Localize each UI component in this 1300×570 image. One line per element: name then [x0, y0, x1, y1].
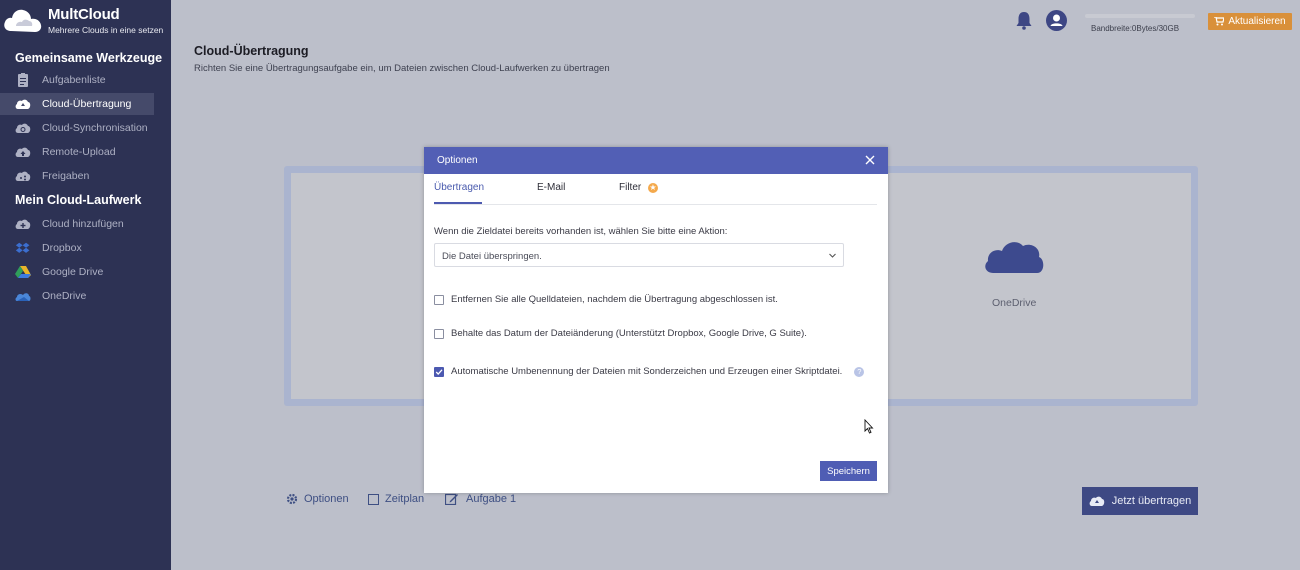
checkbox-label: Behalte das Datum der Dateiänderung (Unt…: [451, 328, 807, 339]
start-transfer-label: Jetzt übertragen: [1111, 495, 1192, 507]
cloud-sync-icon: [15, 123, 31, 133]
start-transfer-button[interactable]: Jetzt übertragen: [1082, 487, 1198, 515]
action-select[interactable]: Die Datei überspringen.: [434, 243, 844, 267]
bell-icon[interactable]: [1015, 11, 1033, 30]
cloud-share-icon: [15, 171, 31, 181]
sidebar-item-label: Cloud-Übertragung: [42, 98, 132, 110]
sidebar-item-remote-upload[interactable]: Remote-Upload: [0, 141, 171, 163]
checkbox-box[interactable]: [434, 294, 444, 305]
options-dialog: Optionen Übertragen E-Mail Filter ★ Wenn…: [424, 147, 888, 493]
options-label: Optionen: [304, 493, 349, 505]
sidebar-item-label: Google Drive: [42, 266, 104, 278]
sidebar-item-label: Cloud-Synchronisation: [42, 122, 148, 134]
tab-uebertragen[interactable]: Übertragen: [434, 182, 484, 193]
schedule-checkbox[interactable]: Zeitplan: [368, 493, 424, 505]
bandwidth-text: Bandbreite:0Bytes/30GB: [1091, 24, 1180, 33]
checkbox-remove-source[interactable]: Entfernen Sie alle Quelldateien, nachdem…: [434, 294, 778, 305]
sidebar-item-aufgabenliste[interactable]: Aufgabenliste: [0, 69, 171, 91]
mouse-cursor-icon: [864, 419, 874, 434]
checkbox-label: Entfernen Sie alle Quelldateien, nachdem…: [451, 294, 778, 305]
checkbox-box-checked[interactable]: [434, 366, 444, 377]
chevron-down-icon: [829, 253, 836, 258]
logo[interactable]: MultCloud Mehrere Clouds in eine setzen: [0, 0, 171, 40]
sidebar-item-add-cloud[interactable]: Cloud hinzufügen: [0, 213, 171, 235]
sidebar-item-label: Remote-Upload: [42, 146, 116, 158]
user-avatar-icon[interactable]: [1046, 10, 1067, 31]
tab-email[interactable]: E-Mail: [537, 182, 565, 193]
save-button[interactable]: Speichern: [820, 461, 877, 481]
action-label: Wenn die Zieldatei bereits vorhanden ist…: [434, 226, 728, 237]
logo-title: MultCloud: [48, 6, 120, 23]
gear-icon: [286, 493, 298, 505]
cloud-upload-icon: [15, 147, 31, 157]
sidebar-item-cloud-transfer[interactable]: Cloud-Übertragung: [0, 93, 154, 115]
google-drive-icon: [15, 266, 31, 278]
tab-filter[interactable]: Filter: [619, 182, 641, 193]
sidebar-item-label: Freigaben: [42, 170, 90, 182]
cloud-transfer-icon: [1089, 496, 1104, 506]
edit-icon: [445, 493, 458, 505]
page-subtitle: Richten Sie eine Übertragungsaufgabe ein…: [194, 63, 610, 74]
help-icon[interactable]: ?: [854, 366, 865, 377]
section-heading-drives: Mein Cloud-Laufwerk: [15, 193, 142, 207]
user-icon: [1050, 14, 1063, 26]
sidebar-item-google-drive[interactable]: Google Drive: [0, 261, 171, 283]
schedule-label: Zeitplan: [385, 493, 425, 505]
checkbox-auto-rename[interactable]: Automatische Umbenennung der Dateien mit…: [434, 366, 865, 377]
cloud-transfer-icon: [15, 99, 31, 109]
logo-subtitle: Mehrere Clouds in eine setzen: [48, 25, 164, 35]
section-heading-tools: Gemeinsame Werkzeuge: [15, 51, 163, 65]
page-title: Cloud-Übertragung: [194, 44, 309, 58]
schedule-checkbox-box: [368, 493, 379, 505]
upgrade-label: Aktualisieren: [1228, 16, 1286, 27]
tab-divider: [434, 204, 877, 205]
task-name[interactable]: Aufgabe 1: [445, 493, 516, 505]
onedrive-target-icon[interactable]: [983, 233, 1045, 275]
upgrade-button[interactable]: Aktualisieren: [1208, 13, 1292, 30]
filter-premium-badge-icon: ★: [648, 183, 658, 193]
target-label: OneDrive: [992, 297, 1037, 309]
sidebar-item-label: Cloud hinzufügen: [42, 218, 124, 230]
sidebar: MultCloud Mehrere Clouds in eine setzen …: [0, 0, 171, 570]
sidebar-item-onedrive[interactable]: OneDrive: [0, 285, 171, 307]
options-link[interactable]: Optionen: [286, 493, 349, 505]
action-select-value: Die Datei überspringen.: [442, 251, 542, 262]
onedrive-icon: [15, 293, 31, 301]
cart-icon: [1214, 17, 1225, 26]
sidebar-item-dropbox[interactable]: Dropbox: [0, 237, 171, 259]
bandwidth-bar: [1085, 14, 1195, 18]
cloud-add-icon: [15, 219, 31, 229]
sidebar-item-label: Aufgabenliste: [42, 74, 106, 86]
sidebar-item-label: OneDrive: [42, 290, 87, 302]
multcloud-logo-icon: [4, 9, 42, 32]
clipboard-icon: [18, 73, 28, 87]
close-icon[interactable]: [864, 154, 876, 166]
dialog-header: Optionen: [424, 147, 888, 174]
checkbox-keep-date[interactable]: Behalte das Datum der Dateiänderung (Unt…: [434, 328, 807, 339]
task-label: Aufgabe 1: [466, 493, 517, 505]
sidebar-item-label: Dropbox: [42, 242, 82, 254]
checkbox-box[interactable]: [434, 328, 444, 339]
checkbox-label: Automatische Umbenennung der Dateien mit…: [451, 366, 843, 377]
dropbox-icon: [15, 242, 30, 253]
checkmark-icon: [435, 368, 443, 375]
sidebar-item-freigaben[interactable]: Freigaben: [0, 165, 171, 187]
sidebar-item-cloud-sync[interactable]: Cloud-Synchronisation: [0, 117, 171, 139]
dialog-title: Optionen: [437, 155, 478, 166]
